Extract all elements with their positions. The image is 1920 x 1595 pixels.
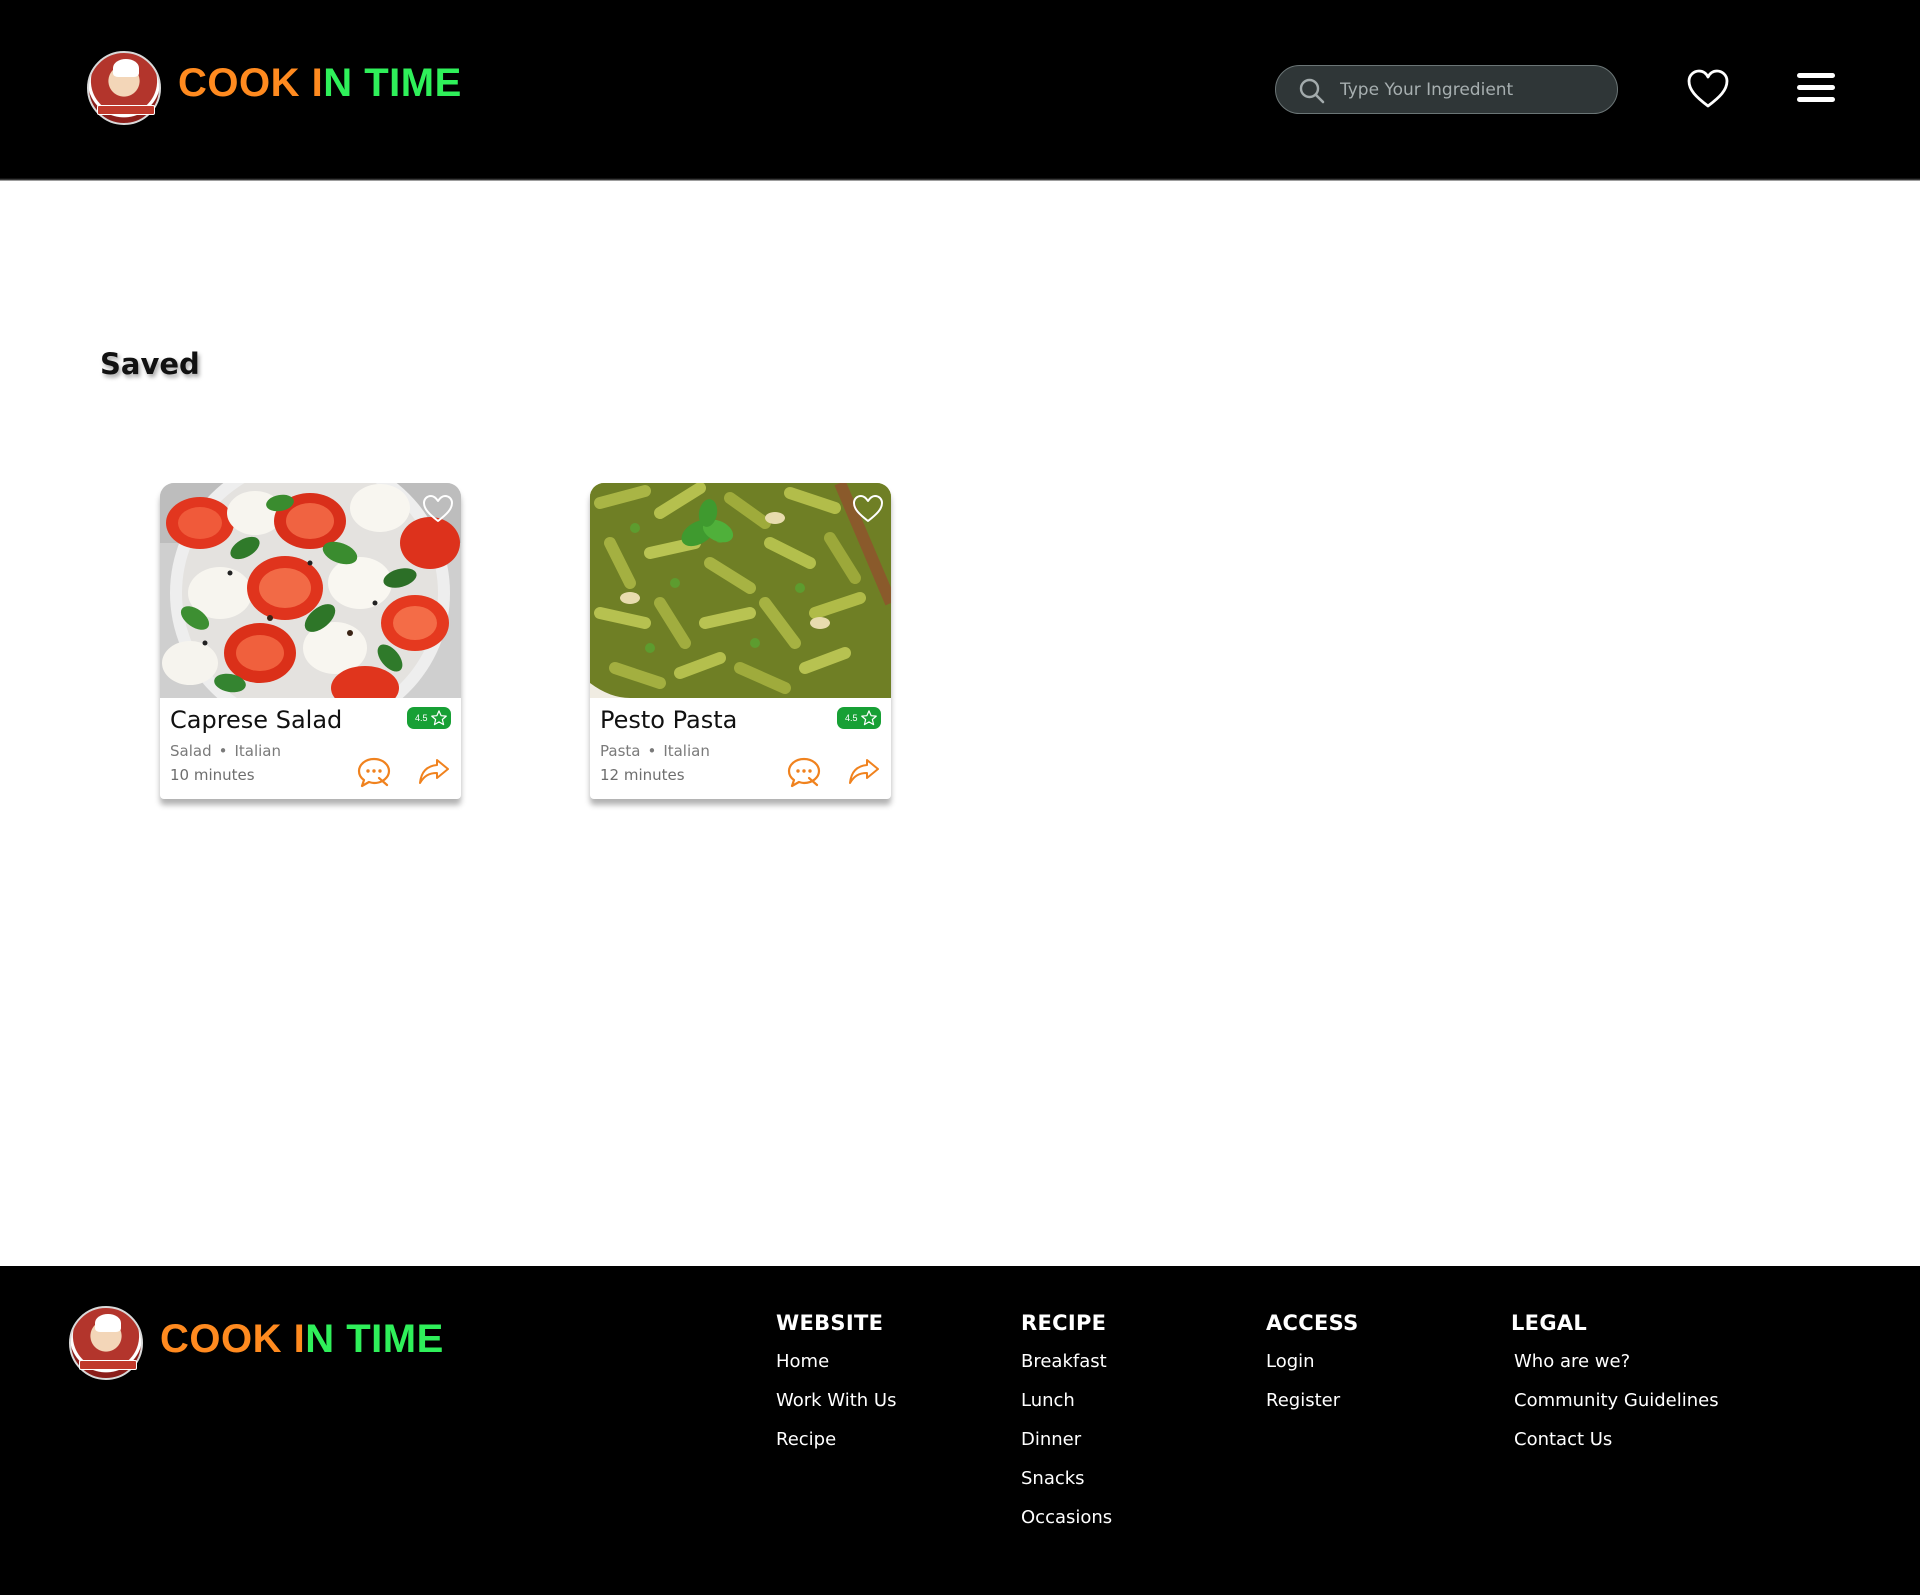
menu-bar	[1797, 85, 1835, 90]
footer-column-recipe: RECIPE Breakfast Lunch Dinner Snacks Occ…	[1021, 1311, 1112, 1544]
recipe-card[interactable]: Pesto Pasta 4.5 Pasta • Italian 12 minutes	[590, 483, 891, 799]
footer-heading: RECIPE	[1021, 1311, 1107, 1335]
footer-link-breakfast[interactable]: Breakfast	[1021, 1349, 1112, 1388]
brand-part-cook: COOK	[178, 61, 312, 105]
separator-dot: •	[647, 742, 657, 760]
heart-icon[interactable]	[851, 493, 885, 525]
chef-logo-icon[interactable]	[87, 51, 161, 125]
site-footer: COOK IN TIME WEBSITE Home Work With Us R…	[0, 1266, 1920, 1595]
footer-link-recipe[interactable]: Recipe	[776, 1427, 896, 1466]
recipe-title[interactable]: Caprese Salad	[170, 706, 342, 734]
pesto-pasta-image	[590, 483, 891, 698]
star-icon	[861, 710, 877, 726]
search-bar[interactable]	[1275, 65, 1618, 114]
chef-logo-icon[interactable]	[69, 1306, 143, 1380]
rating-badge: 4.5	[407, 707, 451, 729]
footer-link-community-guidelines[interactable]: Community Guidelines	[1511, 1388, 1719, 1427]
logo-ribbon	[97, 105, 155, 115]
search-input[interactable]	[1340, 74, 1600, 106]
footer-link-register[interactable]: Register	[1266, 1388, 1359, 1427]
heart-icon[interactable]	[1686, 68, 1730, 110]
footer-column-legal: LEGAL Who are we? Community Guidelines C…	[1511, 1311, 1719, 1466]
search-icon[interactable]	[1298, 77, 1326, 105]
caprese-salad-image	[160, 483, 461, 698]
brand-name[interactable]: COOK IN TIME	[160, 1317, 444, 1362]
recipe-image-pesto[interactable]	[590, 483, 891, 698]
star-icon	[431, 710, 447, 726]
chat-icon[interactable]	[787, 756, 821, 788]
heart-icon[interactable]	[421, 493, 455, 525]
rating-badge: 4.5	[837, 707, 881, 729]
brand-name[interactable]: COOK IN TIME	[178, 61, 462, 106]
brand-part-cook: COOK	[160, 1317, 294, 1361]
footer-link-snacks[interactable]: Snacks	[1021, 1466, 1112, 1505]
recipe-title[interactable]: Pesto Pasta	[600, 706, 737, 734]
footer-link-occasions[interactable]: Occasions	[1021, 1505, 1112, 1544]
recipe-image-caprese[interactable]	[160, 483, 461, 698]
recipe-category: Pasta	[600, 742, 641, 760]
brand-part-n-time: N TIME	[305, 1317, 444, 1361]
rating-value: 4.5	[415, 713, 428, 723]
footer-link-dinner[interactable]: Dinner	[1021, 1427, 1112, 1466]
share-icon[interactable]	[418, 757, 450, 785]
footer-link-work-with-us[interactable]: Work With Us	[776, 1388, 896, 1427]
brand-part-i: I	[293, 1317, 306, 1361]
brand-part-n-time: N TIME	[323, 61, 462, 105]
site-header: COOK IN TIME	[0, 0, 1920, 178]
footer-link-contact-us[interactable]: Contact Us	[1511, 1427, 1719, 1466]
recipe-category: Salad	[170, 742, 212, 760]
menu-bar	[1797, 73, 1835, 78]
footer-heading: WEBSITE	[776, 1311, 884, 1335]
brand-part-i: I	[311, 61, 324, 105]
chef-hat-shape	[95, 1314, 121, 1332]
recipe-cuisine: Italian	[663, 742, 710, 760]
page-title: Saved	[100, 347, 200, 381]
footer-link-who-are-we[interactable]: Who are we?	[1511, 1349, 1719, 1388]
chat-icon[interactable]	[357, 756, 391, 788]
footer-link-lunch[interactable]: Lunch	[1021, 1388, 1112, 1427]
separator-dot: •	[218, 742, 228, 760]
footer-column-access: ACCESS Login Register	[1266, 1311, 1359, 1427]
recipe-cuisine: Italian	[234, 742, 281, 760]
recipe-time: 12 minutes	[600, 766, 685, 784]
recipe-meta: Pasta • Italian	[600, 742, 710, 760]
recipe-card[interactable]: Caprese Salad 4.5 Salad • Italian 10 minut…	[160, 483, 461, 799]
logo-ribbon	[79, 1360, 137, 1370]
rating-value: 4.5	[845, 713, 858, 723]
footer-column-website: WEBSITE Home Work With Us Recipe	[776, 1311, 896, 1466]
footer-heading: LEGAL	[1511, 1311, 1588, 1335]
share-icon[interactable]	[848, 757, 880, 785]
chef-hat-shape	[113, 59, 139, 77]
hamburger-menu-icon[interactable]	[1797, 73, 1839, 107]
footer-link-home[interactable]: Home	[776, 1349, 896, 1388]
footer-link-login[interactable]: Login	[1266, 1349, 1359, 1388]
recipe-time: 10 minutes	[170, 766, 255, 784]
header-divider	[0, 178, 1920, 181]
menu-bar	[1797, 97, 1835, 102]
footer-heading: ACCESS	[1266, 1311, 1359, 1335]
recipe-meta: Salad • Italian	[170, 742, 281, 760]
